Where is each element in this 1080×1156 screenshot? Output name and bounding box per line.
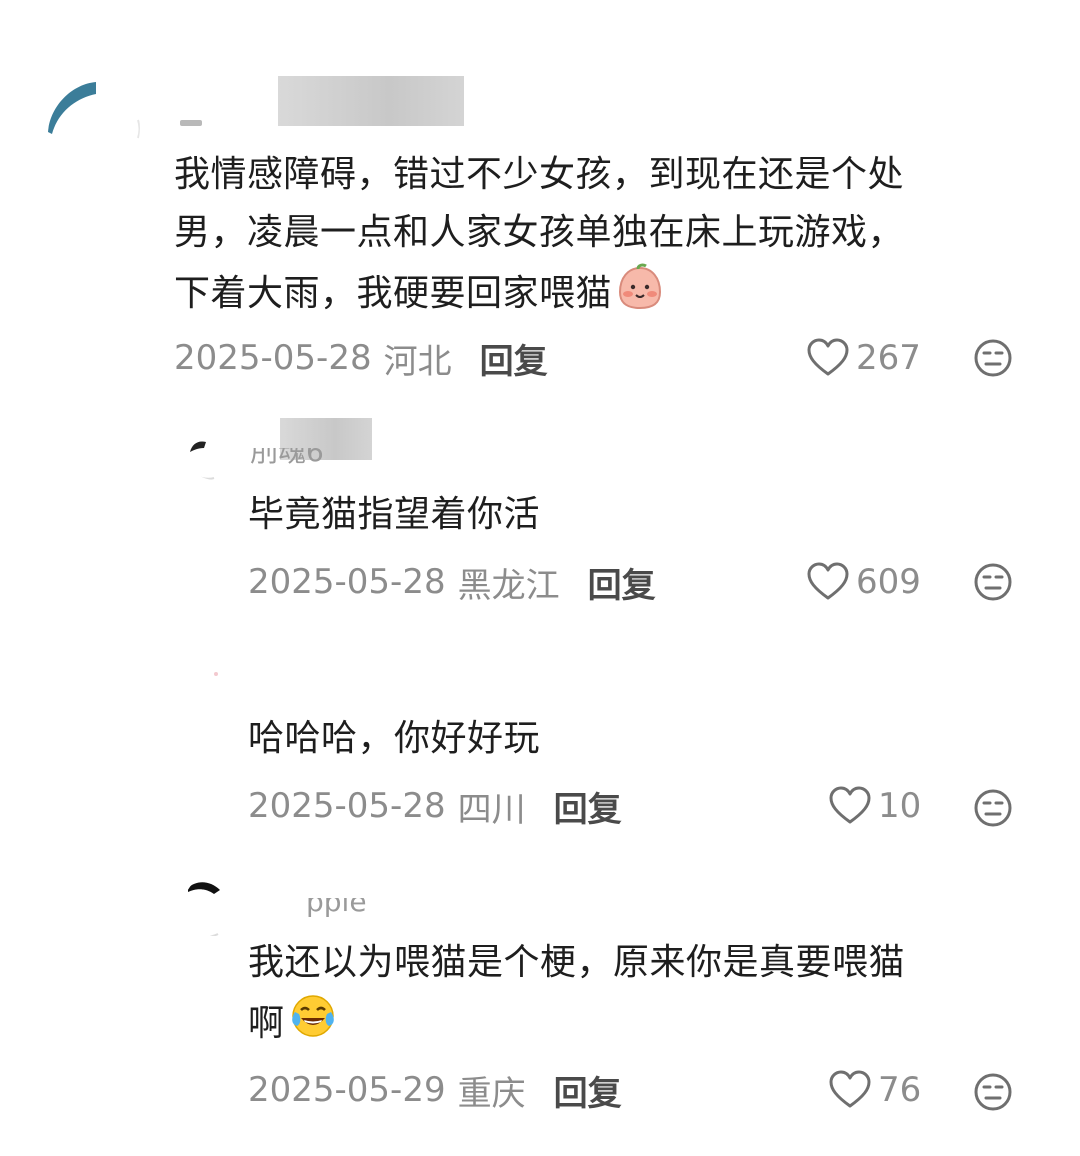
avatar[interactable] [184,418,246,480]
reply-button[interactable]: 回复 [554,782,622,831]
username-redacted [278,76,464,126]
dislike-button[interactable] [973,788,1013,828]
like-count: 76 [878,1070,922,1110]
username-fragment: 刖魂6 [250,448,324,466]
avatar-image [188,882,220,936]
comment-meta: 2025-05-28 黑龙江 回复 [248,558,656,607]
username-fragment [180,112,280,126]
comment-line: 毕竟猫指望着你活 [248,494,541,535]
comment-item: 哈哈哈，你好好玩 2025-05-28 四川 回复 10 [0,630,1080,860]
reply-button[interactable]: 回复 [588,558,656,607]
reply-button[interactable]: 回复 [554,1066,622,1115]
dislike-button[interactable] [973,562,1013,602]
dislike-face-icon [974,339,1012,377]
dislike-face-icon [974,789,1012,827]
like-button[interactable]: 10 [828,784,921,828]
like-count: 609 [856,562,921,602]
like-button[interactable]: 609 [806,560,921,604]
comment-item: pple 我还以为喂猫是个梗，原来你是真要喂猫 啊 2025-05-29 重庆 … [0,860,1080,1156]
comment-line: 哈哈哈，你好好玩 [248,718,541,759]
comment-meta: 2025-05-28 河北 回复 [174,334,548,383]
comment-region: 河北 [383,341,452,382]
comment-line: 下着大雨，我硬要回家喂猫 [174,262,1034,328]
dislike-face-icon [974,563,1012,601]
avatar-image [214,672,218,676]
heart-outline-icon [829,1070,871,1108]
avatar-image [48,82,140,139]
comment-text: 我情感障碍，错过不少女孩，到现在还是个处 男，凌晨一点和人家女孩单独在床上玩游戏… [174,146,1034,328]
comment-line: 男，凌晨一点和人家女孩单独在床上玩游戏， [174,212,905,253]
avatar[interactable] [44,80,140,176]
heart-outline-icon [807,338,849,376]
dislike-face-icon [974,1073,1012,1111]
comment-region: 四川 [457,789,526,830]
comment-item: 我情感障碍，错过不少女孩，到现在还是个处 男，凌晨一点和人家女孩单独在床上玩游戏… [0,0,1080,400]
comment-text: 毕竟猫指望着你活 [248,486,1028,544]
dislike-button[interactable] [973,1072,1013,1112]
comment-region: 黑龙江 [457,565,560,606]
like-button[interactable]: 267 [806,336,921,380]
comment-line: 我情感障碍，错过不少女孩，到现在还是个处 [174,154,905,195]
comment-date: 2025-05-29 [248,1070,446,1110]
like-count: 267 [856,338,921,378]
reply-button[interactable]: 回复 [480,334,548,383]
comment-date: 2025-05-28 [248,786,446,826]
dislike-button[interactable] [973,338,1013,378]
comment-line: 啊 [248,992,1038,1058]
comment-date: 2025-05-28 [248,562,446,602]
avatar[interactable] [184,874,246,936]
comment-text: 我还以为喂猫是个梗，原来你是真要喂猫 啊 [248,934,1038,1058]
like-button[interactable]: 76 [828,1068,921,1112]
comment-line: 我还以为喂猫是个梗，原来你是真要喂猫 [248,942,906,983]
comment-text: 哈哈哈，你好好玩 [248,710,1028,768]
comment-line-text: 啊 [248,1003,285,1044]
comment-line-text: 下着大雨，我硬要回家喂猫 [174,273,613,314]
comment-meta: 2025-05-28 四川 回复 [248,782,622,831]
heart-outline-icon [829,786,871,824]
laughing-tears-emoji [289,992,337,1058]
like-count: 10 [878,786,922,826]
avatar-image [190,441,215,480]
comment-meta: 2025-05-29 重庆 回复 [248,1066,622,1115]
comment-item: 刖魂6 毕竟猫指望着你活 2025-05-28 黑龙江 回复 609 [0,400,1080,630]
blush-face-emoji [616,262,664,328]
comment-region: 重庆 [457,1073,526,1114]
username-fragment: pple [306,898,367,918]
heart-outline-icon [807,562,849,600]
comment-date: 2025-05-28 [174,338,372,378]
avatar[interactable] [184,644,246,706]
